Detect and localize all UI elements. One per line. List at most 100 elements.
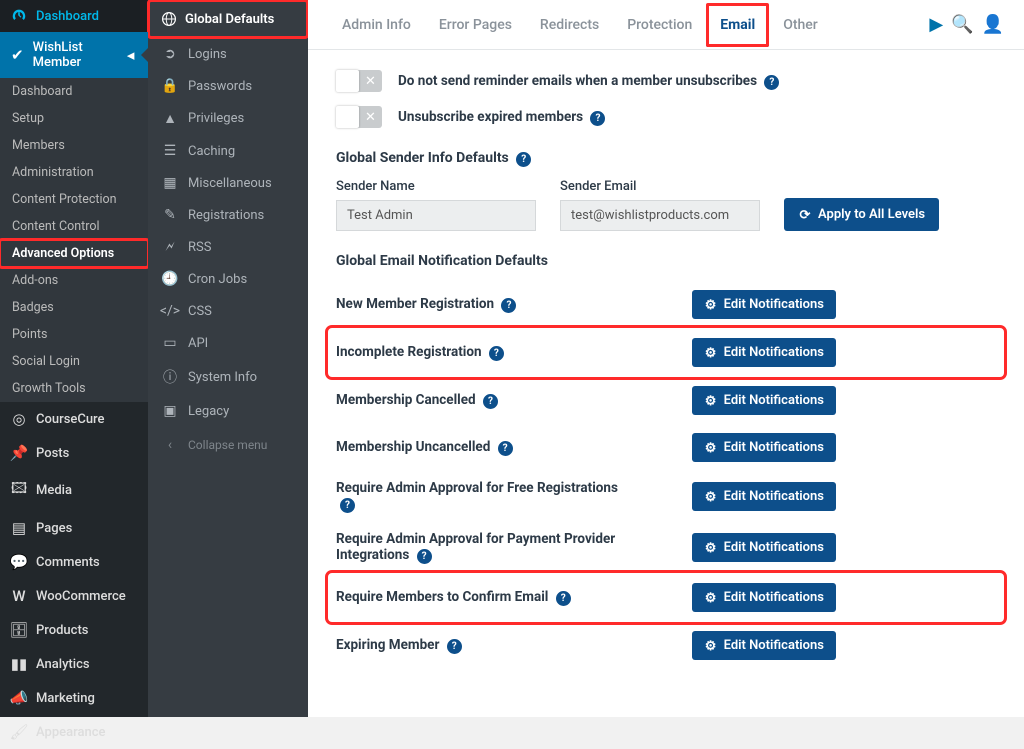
sidebar-pages[interactable]: ▤ Pages: [0, 511, 148, 545]
sidebar-woocommerce[interactable]: W WooCommerce: [0, 579, 148, 613]
help-icon[interactable]: ?: [340, 498, 355, 513]
help-icon[interactable]: ?: [417, 549, 432, 564]
s2-item-caching[interactable]: ☰Caching: [148, 135, 308, 167]
sidebar-item-setup[interactable]: Setup: [0, 105, 148, 132]
help-icon[interactable]: ?: [764, 75, 779, 90]
rss-icon: 🗲: [162, 239, 178, 255]
s2-item-legacy[interactable]: ▣Legacy: [148, 395, 308, 427]
sidebar-coursecure[interactable]: ◎ CourseCure: [0, 402, 148, 436]
sender-email-input[interactable]: [560, 200, 760, 231]
edit-incomplete-button[interactable]: ⚙Edit Notifications: [692, 338, 836, 367]
sidebar-item-badges[interactable]: Badges: [0, 294, 148, 321]
s2-item-css[interactable]: </>CSS: [148, 295, 308, 327]
settings-sidebar: Global Defaults ➲Logins 🔒Passwords ▲Priv…: [148, 0, 308, 717]
sidebar-item-advanced-options[interactable]: Advanced Options: [0, 240, 148, 267]
sidebar-comments[interactable]: 💬 Comments: [0, 545, 148, 579]
help-icon[interactable]: ?: [501, 298, 516, 313]
edit-uncancelled-button[interactable]: ⚙Edit Notifications: [692, 433, 836, 462]
sidebar-item-content-control[interactable]: Content Control: [0, 213, 148, 240]
sender-name-field: Sender Name: [336, 179, 536, 231]
sender-name-input[interactable]: [336, 200, 536, 231]
edit-new-member-button[interactable]: ⚙Edit Notifications: [692, 290, 836, 319]
tab-redirects[interactable]: Redirects: [526, 3, 613, 47]
sidebar-item-content-protection[interactable]: Content Protection: [0, 186, 148, 213]
s2-item-api[interactable]: ▭API: [148, 327, 308, 359]
s2-item-registrations[interactable]: ✎Registrations: [148, 199, 308, 231]
lock-icon: 🔒: [162, 78, 178, 94]
sidebar-appearance[interactable]: 🖌 Appearance: [0, 715, 148, 749]
tab-other[interactable]: Other: [769, 3, 832, 47]
user-icon[interactable]: 👤: [982, 14, 1004, 35]
sidebar-wishlist-submenu: Dashboard Setup Members Administration C…: [0, 78, 148, 402]
chevron-left-icon: ‹: [162, 437, 178, 453]
s2-item-system[interactable]: ⓘSystem Info: [148, 359, 308, 395]
toggle-unsub-expired-row: ✕ Unsubscribe expired members ?: [336, 106, 996, 128]
sidebar-marketing[interactable]: 📣 Marketing: [0, 681, 148, 715]
sidebar-posts[interactable]: 📌 Posts: [0, 436, 148, 470]
s2-item-miscellaneous[interactable]: ▦Miscellaneous: [148, 167, 308, 199]
tab-protection[interactable]: Protection: [613, 3, 706, 47]
sidebar-item-addons[interactable]: Add-ons: [0, 267, 148, 294]
edit-admin-free-button[interactable]: ⚙Edit Notifications: [692, 482, 836, 511]
content-area: ✕ Do not send reminder emails when a mem…: [308, 50, 1024, 717]
help-icon[interactable]: ?: [489, 346, 504, 361]
notif-new-member: New Member Registration ? ⚙Edit Notifica…: [336, 281, 996, 328]
sidebar-products[interactable]: 🗄 Products: [0, 613, 148, 647]
s2-item-cron[interactable]: 🕘Cron Jobs: [148, 263, 308, 295]
sidebar-dashboard-label: Dashboard: [36, 9, 99, 24]
sidebar-item-dashboard[interactable]: Dashboard: [0, 78, 148, 105]
dashboard-icon: [10, 8, 28, 24]
pin-icon: 📌: [10, 444, 28, 462]
sidebar-item-growth-tools[interactable]: Growth Tools: [0, 375, 148, 402]
toggle-unsub-expired-label: Unsubscribe expired members ?: [398, 109, 605, 126]
sender-name-label: Sender Name: [336, 179, 536, 194]
apply-all-levels-button[interactable]: ⟳ Apply to All Levels: [784, 198, 939, 231]
sidebar-wishlist[interactable]: ✔ WishList Member ◂: [0, 32, 148, 78]
sidebar-item-administration[interactable]: Administration: [0, 159, 148, 186]
edit-confirm-email-button[interactable]: ⚙Edit Notifications: [692, 583, 836, 612]
sidebar-item-social-login[interactable]: Social Login: [0, 348, 148, 375]
tab-email[interactable]: Email: [706, 3, 769, 47]
help-icon[interactable]: ?: [556, 591, 571, 606]
edit-expiring-button[interactable]: ⚙Edit Notifications: [692, 631, 836, 660]
sender-email-label: Sender Email: [560, 179, 760, 194]
sidebar-item-points[interactable]: Points: [0, 321, 148, 348]
close-icon: ✕: [359, 106, 382, 128]
help-icon[interactable]: ?: [498, 441, 513, 456]
notif-cancelled: Membership Cancelled ? ⚙Edit Notificatio…: [336, 377, 996, 424]
collapse-menu[interactable]: ‹Collapse menu: [148, 427, 308, 463]
help-icon[interactable]: ?: [516, 152, 531, 167]
megaphone-icon: 📣: [10, 689, 28, 707]
chevron-left-icon: ◂: [123, 46, 138, 64]
gear-icon: ⚙: [704, 490, 718, 504]
tab-admin-info[interactable]: Admin Info: [328, 3, 425, 47]
help-icon[interactable]: ?: [447, 639, 462, 654]
toggle-no-reminder[interactable]: ✕: [336, 70, 382, 92]
video-icon[interactable]: ▶: [929, 14, 943, 35]
help-icon[interactable]: ?: [590, 111, 605, 126]
sender-row: Sender Name Sender Email ⟳ Apply to All …: [336, 179, 996, 231]
global-defaults-header[interactable]: Global Defaults: [149, 1, 307, 37]
sidebar-media[interactable]: 🖾 Media: [0, 470, 148, 511]
edit-cancelled-button[interactable]: ⚙Edit Notifications: [692, 386, 836, 415]
sidebar-analytics[interactable]: ▮▮ Analytics: [0, 647, 148, 681]
edit-admin-pay-button[interactable]: ⚙Edit Notifications: [692, 533, 836, 562]
help-icon[interactable]: ?: [483, 394, 498, 409]
s2-item-logins[interactable]: ➲Logins: [148, 38, 308, 70]
s2-item-passwords[interactable]: 🔒Passwords: [148, 70, 308, 102]
main-panel: Admin Info Error Pages Redirects Protect…: [308, 0, 1024, 717]
globe-icon: [161, 11, 177, 27]
gear-icon: ⚙: [704, 346, 718, 360]
sidebar-item-members[interactable]: Members: [0, 132, 148, 159]
sidebar-dashboard[interactable]: Dashboard: [0, 0, 148, 32]
notif-uncancelled: Membership Uncancelled ? ⚙Edit Notificat…: [336, 424, 996, 471]
pencil-icon: ✎: [162, 207, 178, 223]
s2-item-rss[interactable]: 🗲RSS: [148, 231, 308, 263]
s2-item-privileges[interactable]: ▲Privileges: [148, 102, 308, 135]
toggle-unsub-expired[interactable]: ✕: [336, 106, 382, 128]
search-icon[interactable]: 🔍: [951, 14, 973, 35]
tab-error-pages[interactable]: Error Pages: [425, 3, 526, 47]
notif-expiring: Expiring Member ? ⚙Edit Notifications: [336, 622, 996, 669]
api-icon: ▭: [162, 335, 178, 351]
shield-icon: ▲: [162, 110, 178, 127]
